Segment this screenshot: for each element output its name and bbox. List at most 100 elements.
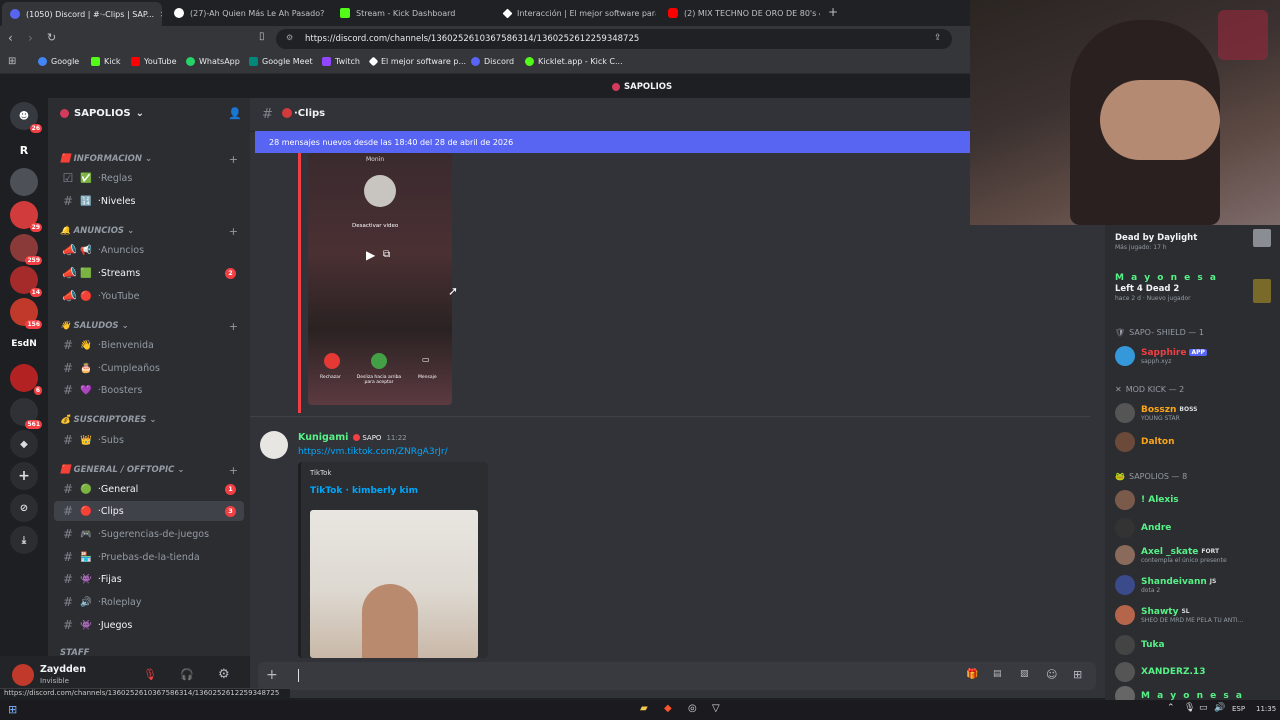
channel-pruebas[interactable]: # 🏪 ·Pruebas-de-la-tienda: [54, 547, 244, 567]
member-item[interactable]: Shandeivann JS dota 2: [1115, 575, 1216, 595]
tray-chevron-icon[interactable]: ⌃: [1167, 703, 1175, 713]
channel-clips[interactable]: # 🔴 ·Clips 3: [54, 501, 244, 521]
site-settings-icon[interactable]: ⚙: [286, 33, 293, 42]
member-item[interactable]: Bosszn BOSS YOUNG STAR: [1115, 403, 1197, 423]
explore-icon[interactable]: ⊘: [10, 494, 38, 522]
add-member-icon[interactable]: 👤: [228, 107, 242, 120]
member-item[interactable]: Tuka: [1115, 635, 1165, 655]
add-channel-icon[interactable]: +: [229, 225, 238, 238]
gear-icon[interactable]: ⚙: [218, 667, 230, 682]
bookmark-icon[interactable]: ▯: [259, 31, 265, 42]
server-dm[interactable]: ☻ 26: [10, 102, 42, 133]
forward-icon[interactable]: ›: [28, 31, 33, 45]
member-item[interactable]: XANDERZ.13: [1115, 662, 1205, 682]
video-preview[interactable]: Monin Desactivar video ▶ ⧉ ▭ Rechazar De…: [308, 153, 452, 405]
bookmark-twitch[interactable]: Twitch: [322, 57, 360, 66]
channel-juegos[interactable]: # 👾 ·Juegos: [54, 615, 244, 635]
bookmark-kicklet[interactable]: Kicklet.app - Kick C...: [525, 57, 623, 66]
member-item[interactable]: Andre: [1115, 518, 1171, 538]
bookmark-meet[interactable]: Google Meet: [249, 57, 313, 66]
avatar[interactable]: [12, 664, 34, 686]
category-saludos[interactable]: 👋 SALUDOS ⌄: [60, 321, 129, 331]
fullscreen-icon[interactable]: ⧉: [383, 249, 390, 260]
tab-kick[interactable]: Stream - Kick Dashboard: [332, 3, 492, 23]
headset-muted-icon[interactable]: 🎧: [180, 668, 194, 681]
channel-fijas[interactable]: # 👾 ·Fijas: [54, 569, 244, 589]
obs-icon[interactable]: ◎: [688, 703, 697, 714]
bookmark-discord[interactable]: Discord: [471, 57, 514, 66]
back-icon[interactable]: ‹: [8, 31, 13, 45]
category-informacion[interactable]: 🟥 INFORMACION ⌄: [60, 154, 152, 164]
server-avatar-sapolios[interactable]: 6: [10, 364, 42, 395]
category-anuncios[interactable]: 🔔 ANUNCIOS ⌄: [60, 226, 134, 236]
channel-reglas[interactable]: ☑ ✅ ·Reglas: [54, 168, 244, 188]
activity-card-2[interactable]: M a y o n e s a Left 4 Dead 2 hace 2 d ·…: [1115, 273, 1218, 302]
bookmark-youtube[interactable]: YouTube: [131, 57, 177, 66]
server-avatar-2[interactable]: 29: [10, 201, 42, 232]
emoji-icon[interactable]: ☺: [1046, 668, 1057, 681]
server-r[interactable]: R: [10, 136, 38, 164]
category-suscriptores[interactable]: 💰 SUSCRIPTORES ⌄: [60, 415, 157, 425]
message-author[interactable]: Kunigami: [298, 432, 348, 443]
channel-bienvenida[interactable]: # 👋 ·Bienvenida: [54, 335, 244, 355]
volume-icon[interactable]: 🔊: [1214, 703, 1225, 713]
language-indicator[interactable]: ESP: [1232, 705, 1245, 713]
brave-icon[interactable]: ◆: [664, 703, 672, 714]
server-avatar-7[interactable]: ◆: [10, 430, 38, 458]
folder-icon[interactable]: ▰: [640, 703, 648, 714]
message-link[interactable]: https://vm.tiktok.com/ZNRgA3rJr/: [298, 447, 448, 457]
server-avatar-5[interactable]: 156: [10, 298, 42, 329]
bookmark-whatsapp[interactable]: WhatsApp: [186, 57, 240, 66]
channel-subs[interactable]: # 👑 ·Subs: [54, 430, 244, 450]
play-icon[interactable]: ▶: [366, 248, 375, 262]
server-esdn[interactable]: EsdN: [10, 330, 38, 358]
gif-icon[interactable]: ▤: [993, 669, 1002, 679]
tab-youtube[interactable]: (2) MIX TECHNO DE ORO DE 80's &: [660, 3, 820, 23]
server-avatar-3[interactable]: 259: [10, 234, 42, 265]
add-server-icon[interactable]: +: [10, 462, 38, 490]
bookmark-software[interactable]: El mejor software p...: [368, 56, 466, 67]
gift-icon[interactable]: 🎁: [966, 669, 978, 680]
channel-general[interactable]: # 🟢 ·General 1: [54, 479, 244, 499]
channel-sugerencias[interactable]: # 🎮 ·Sugerencias-de-juegos: [54, 524, 244, 544]
channel-niveles[interactable]: # 🔢 ·Niveles: [54, 191, 244, 211]
add-channel-icon[interactable]: +: [229, 153, 238, 166]
channel-youtube[interactable]: 📣 🔴 ·YouTube: [54, 286, 244, 306]
tab-discord[interactable]: (1050) Discord | #·-Clips | SAP... ✕: [2, 2, 162, 26]
reload-icon[interactable]: ↻: [47, 31, 56, 44]
add-channel-icon[interactable]: +: [229, 464, 238, 477]
channel-streams[interactable]: 📣 🟩 ·Streams 2: [54, 263, 244, 283]
add-channel-icon[interactable]: +: [229, 320, 238, 333]
sticker-icon[interactable]: ▧: [1020, 669, 1029, 679]
channel-boosters[interactable]: # 💜 ·Boosters: [54, 380, 244, 400]
download-icon[interactable]: ⤓: [10, 526, 38, 554]
embed-title[interactable]: TikTok · kimberly kim: [310, 486, 418, 496]
server-avatar-6[interactable]: 561: [10, 398, 42, 429]
category-general[interactable]: 🟥 GENERAL / OFFTOPIC ⌄: [60, 465, 184, 475]
clock[interactable]: 11:35: [1256, 705, 1276, 713]
close-icon[interactable]: ✕: [160, 10, 162, 19]
bookmark-kick[interactable]: Kick: [91, 57, 121, 66]
server-name-header[interactable]: SAPOLIOS ⌄: [60, 108, 144, 119]
tab-interaccion[interactable]: Interacción | El mejor software para p: [496, 3, 656, 23]
windows-start-icon[interactable]: ⊞: [8, 703, 17, 716]
member-item[interactable]: Axel _skate FORT contempla el único presen…: [1115, 545, 1227, 565]
avatar[interactable]: [260, 431, 288, 459]
address-bar[interactable]: ⚙ https://discord.com/channels/136025261…: [276, 29, 952, 49]
activity-card-1[interactable]: Dead by Daylight Más jugado: 17 h: [1115, 233, 1197, 251]
channel-roleplay[interactable]: # 🔊 ·Roleplay: [54, 592, 244, 612]
apps-icon[interactable]: ⊞: [1073, 668, 1082, 681]
mic-muted-icon[interactable]: 🎙: [143, 668, 157, 681]
server-avatar-1[interactable]: [10, 168, 38, 196]
apps-grid-icon[interactable]: ⊞: [8, 56, 16, 67]
network-icon[interactable]: ▭: [1199, 703, 1208, 713]
new-messages-bar[interactable]: 28 mensajes nuevos desde las 18:40 del 2…: [255, 131, 970, 153]
member-item[interactable]: Sapphire APP sapph.xyz: [1115, 346, 1207, 366]
url-text[interactable]: https://discord.com/channels/13602526103…: [305, 34, 639, 44]
member-item[interactable]: ! Alexis: [1115, 490, 1179, 510]
new-tab-icon[interactable]: +: [828, 5, 838, 19]
channel-anuncios[interactable]: 📣 📢 ·Anuncios: [54, 240, 244, 260]
tab-tiktok[interactable]: (27)-Ah Quien Más Le Ah Pasado? xd: [166, 3, 326, 23]
server-avatar-4[interactable]: 14: [10, 266, 42, 297]
message-composer[interactable]: + 🎁 ▤ ▧ ☺ ⊞: [258, 662, 1096, 690]
